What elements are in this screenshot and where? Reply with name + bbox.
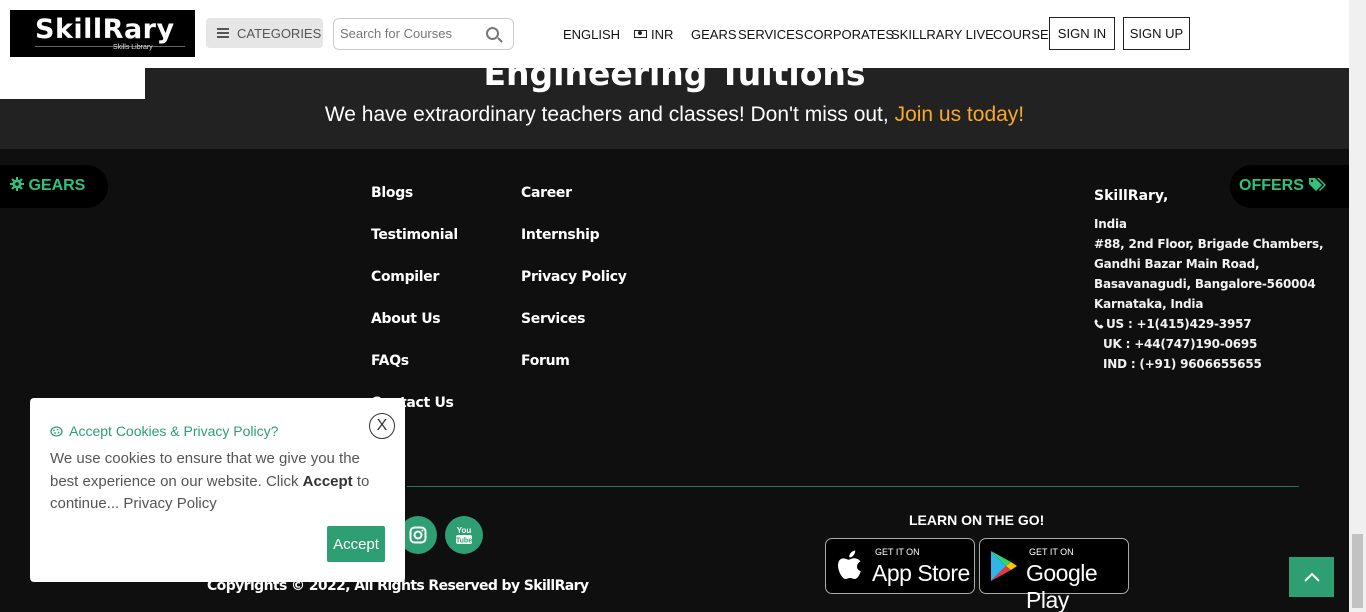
phone-icon — [1094, 319, 1104, 329]
nav-services[interactable]: SERVICES — [738, 27, 804, 42]
footer-link-career[interactable]: Career — [521, 185, 572, 201]
google-play-small: GET IT ON — [1029, 547, 1074, 557]
nav-course[interactable]: COURSE — [993, 27, 1049, 42]
cookie-accept-button[interactable]: Accept — [327, 526, 385, 562]
nav-currency[interactable]: INR — [634, 27, 673, 42]
offers-side-tab[interactable]: OFFERS — [1230, 165, 1349, 208]
learn-on-the-go-heading: LEARN ON THE GO! — [909, 512, 1045, 528]
hamburger-icon — [217, 28, 229, 38]
cookie-consent-popup: Accept Cookies & Privacy Policy? X We us… — [30, 398, 405, 582]
address-line: India — [1094, 217, 1127, 231]
search-box — [333, 18, 514, 50]
join-us-link[interactable]: Join us today! — [895, 103, 1025, 126]
phone-ind: IND : (+91) 9606655655 — [1103, 357, 1262, 371]
youtube-button[interactable]: You Tube — [445, 516, 483, 554]
footer-link-services[interactable]: Services — [521, 311, 585, 327]
address-line: Karnataka, India — [1094, 297, 1204, 311]
phone-uk: UK : +44(747)190-0695 — [1103, 337, 1258, 351]
cookie-close-button[interactable]: X — [369, 413, 395, 439]
offers-side-label: OFFERS — [1239, 177, 1327, 195]
hero-banner: Engineering Tuitions We have extraordina… — [0, 54, 1349, 149]
youtube-icon: You Tube — [456, 526, 472, 545]
logo-text: SkillRary — [35, 14, 175, 45]
instagram-icon — [409, 526, 427, 544]
tags-icon — [1309, 178, 1327, 191]
gears-side-tab[interactable]: GEARS — [0, 165, 108, 208]
gear-icon — [10, 177, 24, 191]
youtube-icon-tube: Tube — [456, 538, 472, 545]
google-play-big: Google Play — [1026, 560, 1098, 612]
white-tab — [0, 68, 145, 99]
cookie-title-text: Accept Cookies & Privacy Policy? — [69, 423, 279, 439]
nav-skillrary-live[interactable]: SKILLRARY LIVE — [891, 27, 994, 42]
cookie-icon — [50, 426, 63, 437]
sign-in-button[interactable]: SIGN IN — [1049, 17, 1115, 50]
nav-gears[interactable]: GEARS — [691, 27, 737, 42]
scrollbar-track[interactable] — [1349, 0, 1366, 612]
currency-label: INR — [651, 27, 674, 42]
footer-link-about-us[interactable]: About Us — [371, 311, 441, 327]
nav-language[interactable]: ENGLISH — [563, 27, 620, 42]
cookie-title: Accept Cookies & Privacy Policy? — [50, 423, 278, 439]
chevron-up-icon — [1303, 572, 1320, 582]
apple-icon — [838, 550, 861, 579]
address-line: Basavanagudi, Bangalore-560004 — [1094, 277, 1316, 291]
footer-link-blogs[interactable]: Blogs — [371, 185, 413, 201]
footer-link-privacy-policy[interactable]: Privacy Policy — [521, 269, 627, 285]
hero-tagline: We have extraordinary teachers and class… — [0, 103, 1349, 127]
logo-tagline: Skills Library — [113, 44, 153, 51]
top-header: SkillRary Skills Library CATEGORIES ENGL… — [0, 0, 1349, 68]
categories-button[interactable]: CATEGORIES — [206, 18, 323, 48]
phone-us-text: US : +1(415)429-3957 — [1106, 317, 1252, 331]
back-to-top-button[interactable] — [1289, 557, 1334, 597]
address-title: SkillRary, — [1094, 188, 1169, 204]
footer-link-forum[interactable]: Forum — [521, 353, 570, 369]
footer-link-faqs[interactable]: FAQs — [371, 353, 409, 369]
cookie-message: We use cookies to ensure that we give yo… — [50, 448, 385, 516]
phone-us: US : +1(415)429-3957 — [1094, 317, 1252, 331]
logo-underline — [35, 46, 185, 50]
address-line: Gandhi Bazar Main Road, — [1094, 257, 1260, 271]
cookie-text-bold: Accept — [302, 472, 353, 490]
address-line: #88, 2nd Floor, Brigade Chambers, — [1094, 237, 1324, 251]
app-store-badge[interactable]: GET IT ON App Store — [825, 538, 975, 594]
offers-side-text: OFFERS — [1239, 177, 1304, 194]
footer-link-testimonial[interactable]: Testimonial — [371, 227, 458, 243]
money-icon — [634, 30, 647, 38]
app-store-small: GET IT ON — [875, 547, 920, 557]
footer-divider — [407, 486, 1299, 487]
google-play-badge[interactable]: GET IT ON Google Play — [979, 538, 1129, 612]
app-store-big: App Store — [872, 560, 970, 586]
gears-side-text: GEARS — [28, 177, 86, 194]
footer-link-compiler[interactable]: Compiler — [371, 269, 439, 285]
youtube-icon-you: You — [457, 526, 472, 535]
categories-label: CATEGORIES — [237, 25, 322, 41]
gears-side-label: GEARS — [10, 177, 85, 195]
search-input[interactable] — [340, 26, 480, 41]
search-icon[interactable] — [486, 27, 499, 40]
hero-tagline-text: We have extraordinary teachers and class… — [324, 103, 895, 126]
sign-up-button[interactable]: SIGN UP — [1123, 17, 1190, 50]
skillrary-logo[interactable]: SkillRary Skills Library — [10, 10, 195, 57]
scrollbar-thumb[interactable] — [1352, 534, 1363, 608]
google-play-icon — [991, 551, 1017, 581]
nav-corporates[interactable]: CORPORATES — [804, 27, 894, 42]
footer-link-internship[interactable]: Internship — [521, 227, 600, 243]
